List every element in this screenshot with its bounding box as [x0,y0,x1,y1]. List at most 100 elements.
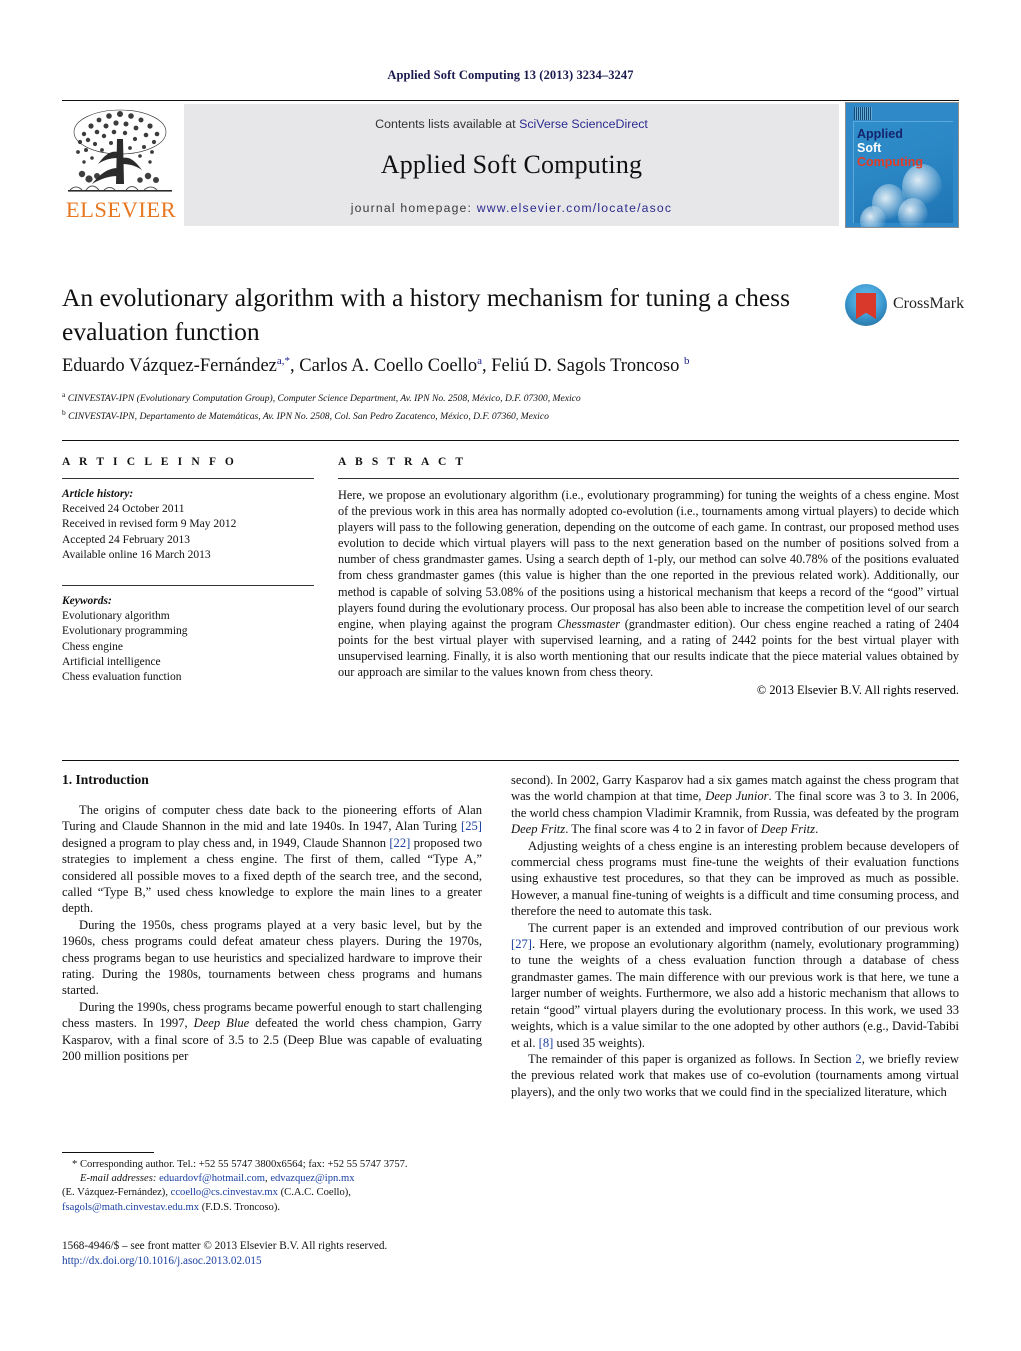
article-info-rule [62,478,314,479]
journal-title: Applied Soft Computing [380,150,643,179]
cover-line-3: Computing [857,155,923,169]
affiliation-b: b CINVESTAV-IPN, Departamento de Matemát… [62,407,549,422]
journal-homepage-line: journal homepage: www.elsevier.com/locat… [184,201,839,215]
history-item: Received in revised form 9 May 2012 [62,518,237,531]
paragraph-4: Adjusting weights of a chess engine is a… [511,838,959,919]
sciencedirect-link[interactable]: SciVerse ScienceDirect [519,117,648,131]
paragraph-6: The remainder of this paper is organized… [511,1051,959,1100]
citation-27[interactable]: [27] [511,937,532,951]
contents-available-line: Contents lists available at SciVerse Sci… [184,117,839,131]
p6-text-a: The remainder of this paper is organized… [528,1051,856,1066]
affiliation-a-text: CINVESTAV-IPN (Evolutionary Computation … [67,393,581,405]
journal-cover-thumbnail: Applied Soft Computing [845,102,959,228]
cover-blob-3 [898,198,928,227]
keyword-item: Chess engine [62,640,124,653]
p1-text-b: designed a program to play chess and, in… [62,835,390,850]
keywords-block: Keywords: Evolutionary algorithm Evoluti… [62,594,314,685]
affiliation-b-text: CINVESTAV-IPN, Departamento de Matemátic… [68,410,549,422]
article-history-block: Article history: Received 24 October 201… [62,487,314,563]
cover-line-1: Applied [857,127,903,141]
email-owner-3: (F.D.S. Troncoso). [199,1201,281,1213]
abstract-column: A B S T R A C T Here, we propose an evol… [338,456,959,698]
homepage-prefix: journal homepage: [350,201,477,215]
history-item: Received 24 October 2011 [62,503,185,516]
page-title: An evolutionary algorithm with a history… [62,283,791,346]
paragraph-5: The current paper is an extended and imp… [511,920,959,1051]
paragraph-3-continued: second). In 2002, Garry Kasparov had a s… [511,772,959,838]
email-link-3[interactable]: ccoello@cs.cinvestav.mx [171,1187,278,1198]
issn-block: 1568-4946/$ – see front matter © 2013 El… [62,1239,502,1269]
p3c-italic-deep-fritz-1: Deep Fritz [511,822,566,837]
crossmark-bookmark-icon [856,293,876,319]
article-history-label: Article history: [62,488,134,500]
crossmark-circle-icon [845,284,887,326]
citation-22[interactable]: [22] [389,836,410,850]
header-rule [62,100,959,101]
contents-prefix: Contents lists available at [375,117,520,131]
keyword-item: Artificial intelligence [62,655,161,668]
abstract-heading: A B S T R A C T [338,456,467,468]
footnote-block: * Corresponding author. Tel.: +52 55 574… [62,1158,487,1215]
issn-front-matter: 1568-4946/$ – see front matter © 2013 El… [62,1240,388,1252]
p5-text-c: used 35 weights). [553,1035,645,1050]
p1-text-a: The origins of computer chess date back … [62,803,482,834]
abstract-rule [338,478,959,479]
journal-article-page: Applied Soft Computing 13 (2013) 3234–32… [0,0,1021,1351]
p3c-italic-deep-junior: Deep Junior [705,789,769,804]
abstract-top-rule [62,440,959,441]
email-addresses-note-line3: fsagols@math.cinvestav.edu.mx (F.D.S. Tr… [62,1201,487,1215]
history-item: Accepted 24 February 2013 [62,533,191,546]
p3c-text-d: . [815,822,819,837]
paragraph-1: The origins of computer chess date back … [62,802,482,917]
corresponding-author-text: Corresponding author. Tel.: +52 55 5747 … [77,1159,408,1170]
citation-8[interactable]: [8] [539,1036,554,1050]
article-info-column: A R T I C L E I N F O Article history: R… [62,456,314,685]
keywords-label: Keywords: [62,595,112,608]
email-link-1[interactable]: eduardovf@hotmail.com [159,1173,265,1184]
article-info-heading: A R T I C L E I N F O [62,456,237,468]
keyword-item: Evolutionary programming [62,625,188,638]
running-head: Applied Soft Computing 13 (2013) 3234–32… [387,68,634,82]
elsevier-logo: ELSEVIER [62,104,180,226]
doi-link[interactable]: http://dx.doi.org/10.1016/j.asoc.2013.02… [62,1254,502,1269]
p5-text-a: The current paper is an extended and imp… [528,920,959,935]
email-addresses-note: E-mail addresses: eduardovf@hotmail.com,… [80,1173,355,1185]
homepage-link[interactable]: www.elsevier.com/locate/asoc [477,201,673,215]
affiliations: a CINVESTAV-IPN (Evolutionary Computatio… [62,388,862,423]
citation-25[interactable]: [25] [461,819,482,833]
p3c-italic-deep-fritz-2: Deep Fritz [760,822,816,837]
email-owner-1: (E. Vázquez-Fernández), [62,1187,171,1199]
p5-text-b: . Here, we propose an evolutionary algor… [511,937,959,1050]
email-addresses-note-line2: (E. Vázquez-Fernández), ccoello@cs.cinve… [62,1186,487,1200]
keyword-item: Chess evaluation function [62,671,182,684]
corresponding-author-note: * Corresponding author. Tel.: +52 55 574… [62,1158,487,1172]
affiliation-a: a CINVESTAV-IPN (Evolutionary Computatio… [62,390,581,405]
history-item: Available online 16 March 2013 [62,548,211,561]
cover-line-2: Soft [857,141,882,155]
cover-title-text: Applied Soft Computing [857,127,923,169]
p3c-text-c: . The final score was 4 to 2 in favor of [565,822,761,837]
crossmark-label: CrossMark [893,295,965,312]
keyword-item: Evolutionary algorithm [62,610,170,623]
elsevier-wordmark: ELSEVIER [65,197,177,222]
abstract-part-1: Here, we propose an evolutionary algorit… [338,488,959,631]
cover-barcode-icon [854,107,872,120]
journal-masthead: ELSEVIER Contents lists available at Sci… [62,102,959,228]
elsevier-tree-icon [68,109,172,192]
section-heading-introduction: 1. Introduction [62,772,149,787]
email-label: E-mail addresses: [80,1173,157,1185]
footnote-rule [62,1152,154,1153]
body-column-left: 1. Introduction The origins of computer … [62,772,482,1065]
email-owner-2: (C.A.C. Coello), [277,1187,351,1199]
abstract-copyright: © 2013 Elsevier B.V. All rights reserved… [756,683,959,698]
body-column-right: second). In 2002, Garry Kasparov had a s… [511,772,959,1100]
email-link-2[interactable]: edvazquez@ipn.mx [270,1173,354,1184]
p3-italic-deep-blue: Deep Blue [193,1016,250,1031]
abstract-text: Here, we propose an evolutionary algorit… [338,487,959,680]
crossmark-badge[interactable]: CrossMark [845,282,964,332]
keywords-rule [62,585,314,587]
email-link-4[interactable]: fsagols@math.cinvestav.edu.mx [62,1202,199,1213]
abstract-bottom-rule [62,760,959,761]
paragraph-3: During the 1990s, chess programs became … [62,999,482,1065]
